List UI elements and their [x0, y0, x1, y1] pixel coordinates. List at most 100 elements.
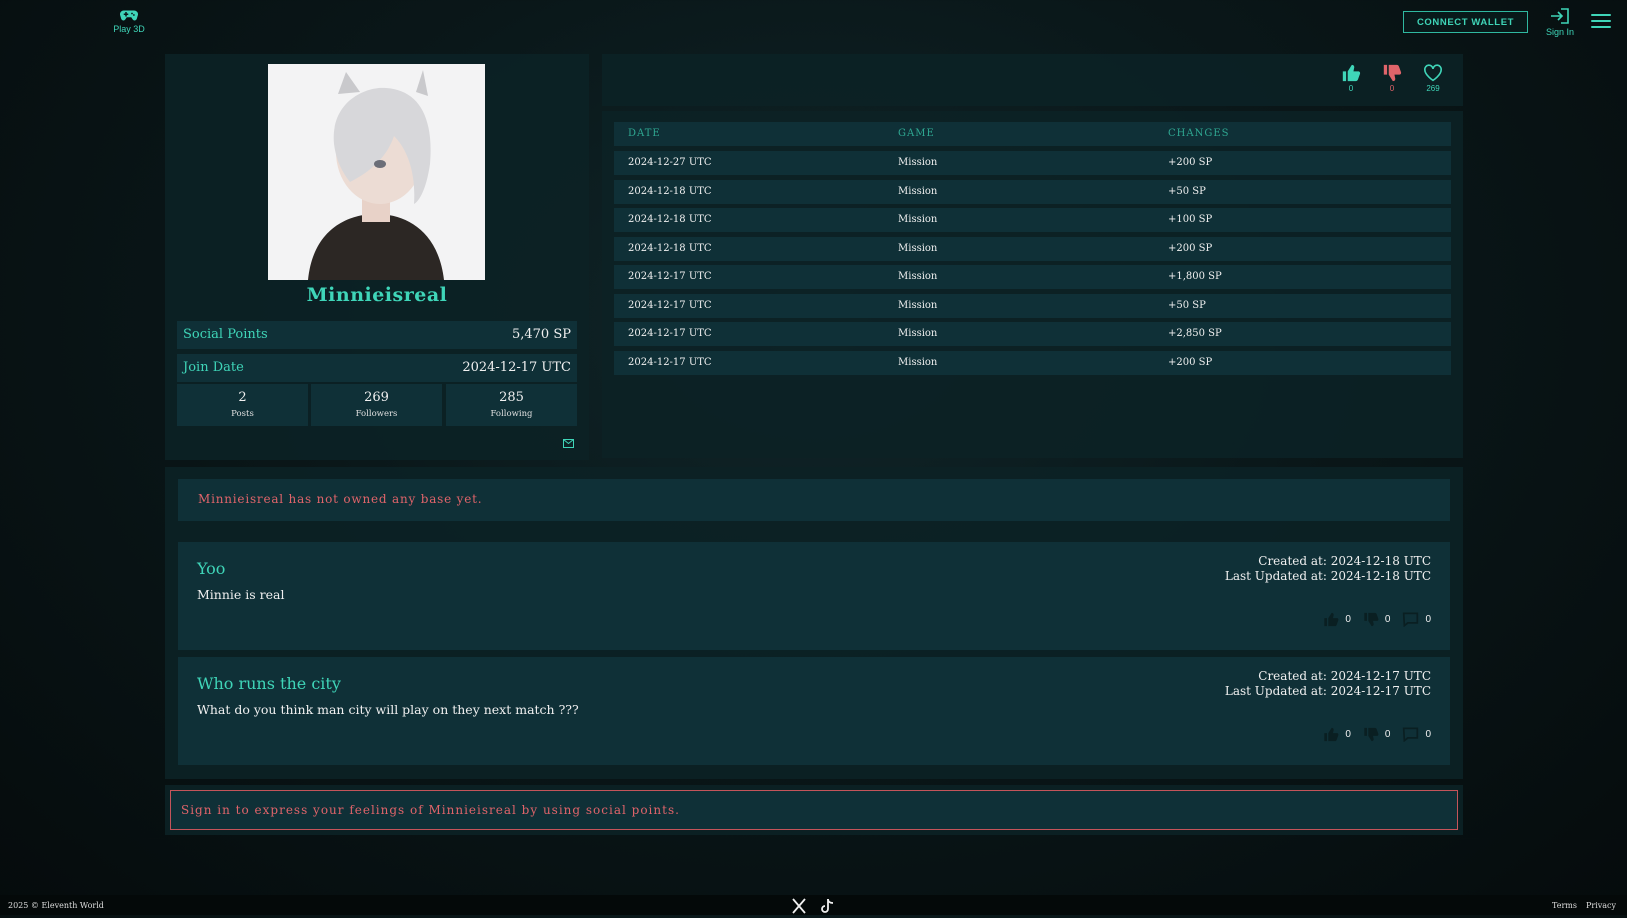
dislike-count: 0	[1389, 84, 1395, 93]
post-actions: 0 0 0	[1323, 612, 1431, 627]
post-like-count: 0	[1345, 614, 1351, 625]
sign-in-prompt[interactable]: Sign in to express your feelings of Minn…	[170, 790, 1458, 830]
post-updated: Last Updated at: 2024-12-18 UTC	[1224, 569, 1431, 583]
stat-posts[interactable]: 2 Posts	[177, 384, 308, 426]
thumbs-up-icon[interactable]	[1323, 612, 1339, 627]
join-date-row: Join Date 2024-12-17 UTC	[177, 354, 577, 382]
post-updated: Last Updated at: 2024-12-17 UTC	[1224, 684, 1431, 698]
heart-icon	[1424, 64, 1442, 82]
table-row: 2024-12-18 UTC Mission +100 SP	[614, 208, 1451, 232]
join-date-label: Join Date	[183, 360, 244, 375]
cell-game: Mission	[898, 300, 938, 311]
post-dislike-count: 0	[1384, 729, 1391, 740]
heart-count: 269	[1426, 84, 1440, 93]
cell-change: +1,800 SP	[1168, 271, 1222, 282]
sign-in-button[interactable]: Sign In	[1542, 8, 1578, 37]
table-row: 2024-12-17 UTC Mission +1,800 SP	[614, 265, 1451, 289]
cell-game: Mission	[898, 214, 938, 225]
play-3d-button[interactable]: Play 3D	[108, 8, 150, 34]
table-row: 2024-12-27 UTC Mission +200 SP	[614, 151, 1451, 175]
post-dates: Created at: 2024-12-18 UTC Last Updated …	[1225, 554, 1431, 584]
stat-posts-label: Posts	[231, 409, 254, 419]
stat-followers-value: 269	[364, 390, 389, 405]
tiktok-icon[interactable]	[820, 898, 835, 918]
join-date-value: 2024-12-17 UTC	[462, 360, 571, 375]
terms-link[interactable]: Terms	[1552, 901, 1577, 910]
dislike-reaction[interactable]: 0	[1377, 64, 1407, 93]
like-count: 0	[1348, 84, 1354, 93]
footer	[0, 895, 1627, 915]
cell-date: 2024-12-17 UTC	[628, 357, 712, 368]
sign-in-prompt-text: Sign in to express your feelings of Minn…	[181, 803, 680, 817]
stat-followers-label: Followers	[355, 409, 398, 419]
hamburger-menu-icon[interactable]	[1591, 14, 1611, 30]
sign-in-label: Sign In	[1545, 27, 1575, 37]
cell-game: Mission	[898, 243, 938, 254]
cell-change: +200 SP	[1168, 157, 1213, 168]
stat-posts-value: 2	[238, 390, 247, 405]
post-like-count: 0	[1345, 729, 1351, 740]
thumbs-down-icon	[1383, 64, 1402, 82]
cell-change: +200 SP	[1168, 357, 1213, 368]
heart-reaction[interactable]: 269	[1418, 64, 1448, 93]
privacy-link[interactable]: Privacy	[1586, 901, 1616, 910]
reactions-bar	[602, 54, 1463, 106]
x-twitter-icon[interactable]	[791, 898, 807, 918]
cell-game: Mission	[898, 157, 938, 168]
no-base-notice: Minnieisreal has not owned any base yet.	[178, 479, 1450, 521]
social-points-value: 5,470 SP	[511, 327, 571, 342]
table-row: 2024-12-18 UTC Mission +200 SP	[614, 237, 1451, 261]
post-title[interactable]: Yoo	[197, 559, 225, 578]
mail-icon[interactable]	[563, 433, 574, 452]
thumbs-down-icon[interactable]	[1363, 727, 1379, 742]
comment-icon[interactable]	[1402, 612, 1419, 627]
cell-date: 2024-12-18 UTC	[628, 243, 712, 254]
like-reaction[interactable]: 0	[1336, 64, 1366, 93]
post-created: Created at: 2024-12-17 UTC	[1258, 669, 1431, 683]
post-dislike-count: 0	[1384, 614, 1391, 625]
no-base-text: Minnieisreal has not owned any base yet.	[198, 492, 483, 506]
cell-date: 2024-12-18 UTC	[628, 186, 712, 197]
stat-following[interactable]: 285 Following	[446, 384, 577, 426]
gamepad-icon	[120, 10, 138, 21]
thumbs-down-icon[interactable]	[1363, 612, 1379, 627]
cell-game: Mission	[898, 328, 938, 339]
post-dates: Created at: 2024-12-17 UTC Last Updated …	[1225, 669, 1431, 699]
stat-following-label: Following	[490, 409, 533, 419]
table-row: 2024-12-18 UTC Mission +50 SP	[614, 180, 1451, 204]
connect-wallet-button[interactable]: CONNECT WALLET	[1403, 11, 1528, 33]
copyright: 2025 © Eleventh World	[8, 901, 104, 910]
avatar	[268, 64, 485, 280]
username: Minnieisreal	[306, 284, 448, 306]
cell-date: 2024-12-27 UTC	[628, 157, 712, 168]
cell-date: 2024-12-18 UTC	[628, 214, 712, 225]
stat-following-value: 285	[499, 390, 524, 405]
stat-followers[interactable]: 269 Followers	[311, 384, 442, 426]
header-date: DATE	[628, 128, 661, 139]
post-card[interactable]: Who runs the city What do you think man …	[178, 657, 1450, 765]
cell-date: 2024-12-17 UTC	[628, 271, 712, 282]
post-comment-count: 0	[1425, 729, 1431, 740]
cell-change: +50 SP	[1168, 300, 1206, 311]
post-comment-count: 0	[1425, 614, 1431, 625]
post-body: What do you think man city will play on …	[197, 702, 579, 717]
table-row: 2024-12-17 UTC Mission +2,850 SP	[614, 322, 1451, 346]
cell-game: Mission	[898, 271, 938, 282]
table-row: 2024-12-17 UTC Mission +50 SP	[614, 294, 1451, 318]
thumbs-up-icon[interactable]	[1323, 727, 1339, 742]
post-card[interactable]: Yoo Minnie is real Created at: 2024-12-1…	[178, 542, 1450, 650]
history-table-header: DATE GAME CHANGES	[614, 122, 1451, 146]
header-changes: CHANGES	[1168, 128, 1230, 139]
social-points-row: Social Points 5,470 SP	[177, 321, 577, 349]
header-game: GAME	[898, 128, 935, 139]
cell-change: +100 SP	[1168, 214, 1213, 225]
cell-game: Mission	[898, 186, 938, 197]
social-points-label: Social Points	[183, 327, 268, 342]
comment-icon[interactable]	[1402, 727, 1419, 742]
thumbs-up-icon	[1342, 64, 1361, 82]
cell-change: +2,850 SP	[1168, 328, 1222, 339]
post-title[interactable]: Who runs the city	[197, 674, 341, 693]
cell-change: +200 SP	[1168, 243, 1213, 254]
cell-date: 2024-12-17 UTC	[628, 300, 712, 311]
cell-change: +50 SP	[1168, 186, 1206, 197]
